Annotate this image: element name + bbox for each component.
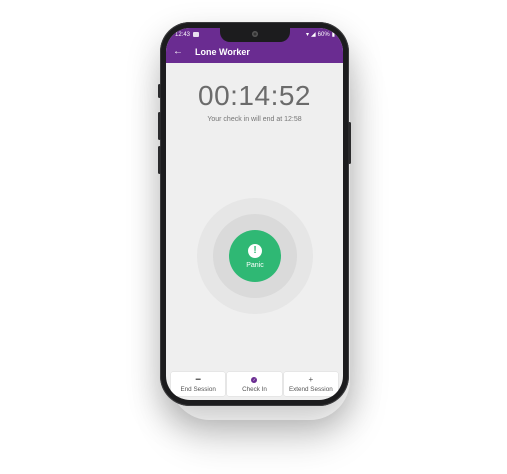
page-title: Lone Worker: [195, 47, 250, 57]
signal-icon: ◢: [311, 32, 316, 38]
end-session-label: End Session: [180, 385, 216, 393]
app-bar: ← Lone Worker: [166, 41, 343, 63]
volume-down-button: [158, 146, 161, 174]
battery-icon: ▮: [331, 32, 335, 38]
arrow-left-icon[interactable]: ←: [173, 47, 187, 57]
extend-session-label: Extend Session: [288, 385, 333, 393]
notch: [219, 28, 290, 42]
volume-up-button: [158, 112, 161, 140]
phone-screen: 12:43 ▾ ◢ 60% ▮ ← Lone Worker 00:14:52 Y…: [166, 28, 343, 400]
camera-icon: [251, 31, 258, 37]
end-session-button[interactable]: ━ End Session: [171, 372, 226, 396]
wifi-icon: ▾: [306, 32, 310, 38]
status-time: 12:43: [175, 31, 191, 38]
extend-session-button[interactable]: + Extend Session: [283, 372, 338, 396]
action-bar: ━ End Session ✓ Check In + Extend Sessio…: [171, 372, 338, 396]
panic-label: Panic: [246, 261, 264, 269]
check-circle-icon: ✓: [251, 377, 258, 383]
check-in-end-text: Your check in will end at 12:58: [207, 116, 302, 123]
exclamation-icon: !: [248, 243, 262, 258]
notification-icon: [193, 32, 200, 37]
panic-area: ! Panic: [197, 198, 313, 314]
minus-icon: ━: [195, 375, 201, 384]
check-in-button[interactable]: ✓ Check In: [227, 372, 282, 396]
check-in-label: Check In: [242, 385, 267, 393]
power-button: [348, 122, 351, 164]
phone-frame: 12:43 ▾ ◢ 60% ▮ ← Lone Worker 00:14:52 Y…: [158, 22, 351, 406]
battery-level: 60%: [317, 31, 330, 38]
side-button: [158, 84, 161, 98]
panic-button[interactable]: ! Panic: [229, 230, 281, 282]
countdown-timer: 00:14:52: [198, 80, 311, 111]
plus-icon: +: [308, 375, 314, 384]
